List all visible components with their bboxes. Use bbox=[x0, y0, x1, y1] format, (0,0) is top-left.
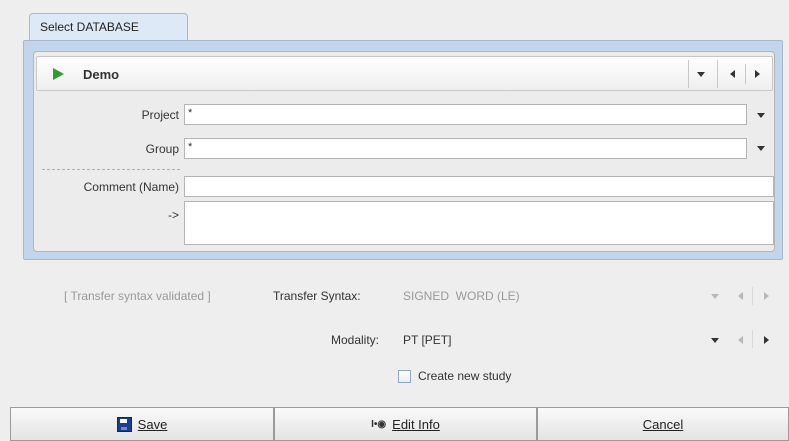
divider bbox=[752, 287, 753, 305]
group-dropdown-icon[interactable] bbox=[757, 146, 765, 151]
project-field[interactable]: * bbox=[184, 104, 747, 125]
database-name: Demo bbox=[83, 67, 120, 82]
modality-prev-icon bbox=[738, 336, 743, 344]
project-dropdown-icon[interactable] bbox=[757, 113, 765, 118]
create-new-study-checkbox[interactable] bbox=[398, 370, 411, 383]
transfer-prev-icon bbox=[738, 292, 743, 300]
divider bbox=[717, 60, 718, 88]
transfer-syntax-label: Transfer Syntax: bbox=[273, 289, 361, 303]
transfer-syntax-value: SIGNED WORD (LE) bbox=[403, 289, 520, 303]
divider bbox=[688, 60, 689, 88]
cancel-button-label: Cancel bbox=[642, 416, 684, 432]
group-field[interactable]: * bbox=[184, 138, 747, 159]
transfer-status: [ Transfer syntax validated ] bbox=[64, 289, 211, 303]
comment-label: Comment (Name) bbox=[83, 180, 179, 194]
comment-field[interactable] bbox=[184, 176, 774, 197]
create-new-study-label: Create new study bbox=[418, 369, 512, 383]
transfer-dropdown-icon bbox=[711, 294, 719, 299]
divider bbox=[752, 330, 753, 348]
edit-info-button[interactable]: I•◉ Edit Info bbox=[274, 407, 537, 441]
modality-next-icon[interactable] bbox=[764, 336, 769, 344]
modality-label: Modality: bbox=[331, 333, 380, 347]
divider bbox=[745, 64, 746, 84]
floppy-disk-icon bbox=[116, 416, 132, 432]
play-icon[interactable] bbox=[53, 68, 64, 80]
database-selector[interactable] bbox=[36, 56, 773, 91]
project-label: Project bbox=[141, 108, 179, 122]
modality-dropdown-icon[interactable] bbox=[711, 338, 719, 343]
arrow-label: -> bbox=[167, 208, 179, 222]
tab-select-database[interactable]: Select DATABASE bbox=[29, 13, 188, 41]
id-card-icon: I•◉ bbox=[371, 418, 387, 430]
tab-label: Select DATABASE bbox=[40, 20, 139, 34]
transfer-next-icon bbox=[764, 292, 769, 300]
database-dropdown-icon[interactable] bbox=[697, 72, 705, 77]
modality-value[interactable]: PT [PET] bbox=[403, 333, 451, 347]
group-label: Group bbox=[145, 142, 179, 156]
cancel-button[interactable]: Cancel bbox=[537, 407, 789, 441]
save-button[interactable]: Save bbox=[10, 407, 274, 441]
edit-info-button-label: Edit Info bbox=[392, 416, 440, 432]
database-prev-icon[interactable] bbox=[730, 70, 735, 78]
save-button-label: Save bbox=[137, 416, 168, 432]
arrow-field[interactable] bbox=[184, 201, 774, 245]
separator bbox=[42, 169, 180, 170]
database-next-icon[interactable] bbox=[755, 70, 760, 78]
